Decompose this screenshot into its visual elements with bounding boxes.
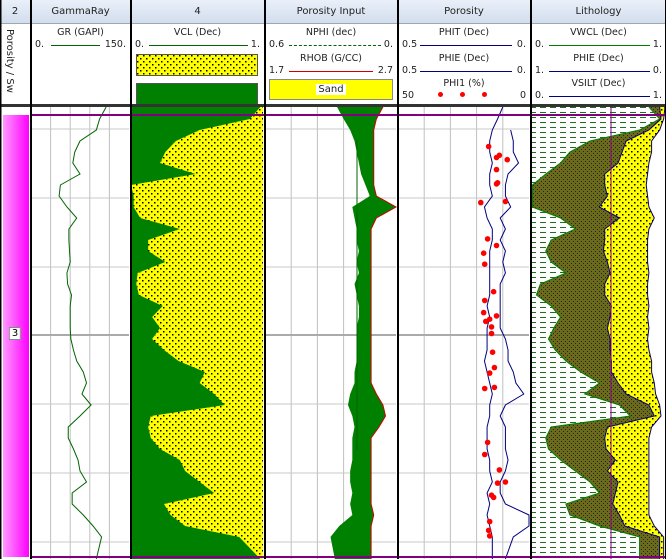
phi1-point [486,370,493,376]
phi1-point [490,494,497,501]
phi1-point [485,527,492,534]
header-separator [0,104,666,107]
phi1-point [477,199,484,206]
phi1-point [486,316,493,323]
log-tracks[interactable] [0,0,666,559]
phi1-point [502,198,509,205]
phi1-point [484,439,491,446]
phi1-point [481,451,488,458]
phi1-point [493,242,500,249]
phi1-point [480,309,487,316]
log-viewer: 2 GammaRay 4 Porosity Input Porosity Lit… [0,0,666,559]
phi1-point [484,236,491,242]
phi1-point [496,152,503,159]
phi1-point [493,181,500,187]
phi1-point [486,518,493,525]
phi1-point [485,143,492,150]
track-separator [30,0,32,559]
phi1-point [491,364,498,371]
track-separator [397,0,399,559]
track-separator [0,0,2,559]
phi1-point [488,324,495,330]
zone-number[interactable]: 3 [8,327,22,340]
gr-curve [58,106,107,559]
phi1-point [493,313,500,319]
track-separator [264,0,266,559]
phi1-point [488,330,495,337]
phit-curve [499,129,530,559]
phi1-point [480,250,487,256]
phi1-point [496,467,503,473]
phi1-point [491,384,498,391]
phi1-point [489,349,496,356]
track-separator [130,0,132,559]
track-separator [530,0,532,559]
phi1-point [481,385,488,392]
phi1-point [481,297,488,304]
phi1-point [494,480,501,486]
phi1-point [481,261,488,268]
nphi-rhob-fill [330,107,396,559]
rhob-curve [370,106,398,559]
phi1-point [504,156,511,163]
phi1-point [486,533,493,539]
phi1-point [502,479,509,485]
phi1-point [493,166,500,173]
phi1-point [490,288,497,295]
